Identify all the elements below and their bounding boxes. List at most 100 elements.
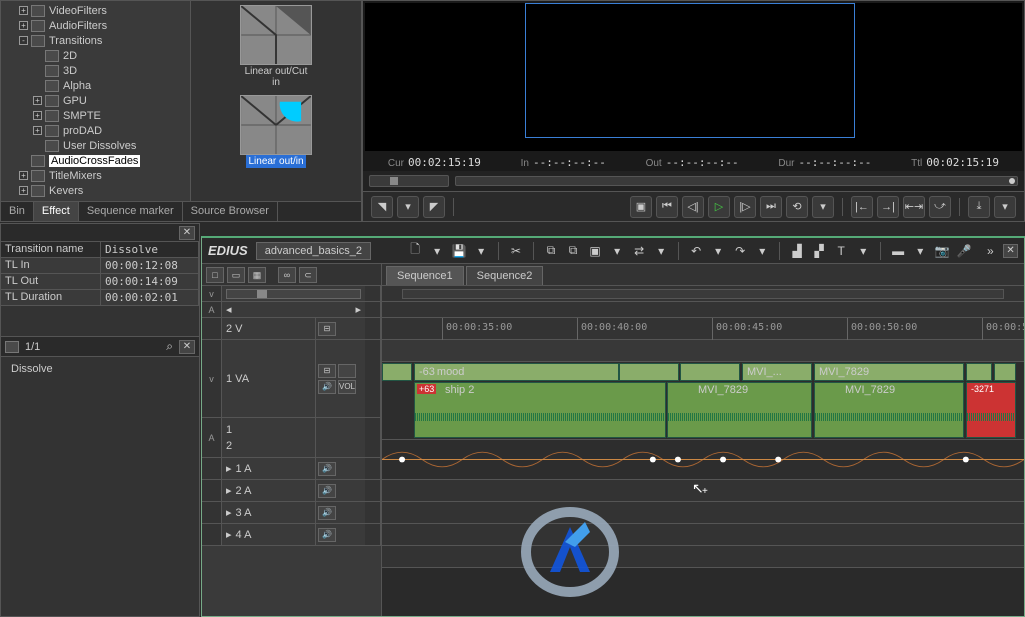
track-patch-a[interactable]: A: [202, 302, 222, 317]
video-clip[interactable]: MVI_...: [742, 363, 812, 381]
play-button[interactable]: ▷: [708, 196, 730, 218]
voiceover-icon[interactable]: 🎤: [955, 242, 973, 260]
undo-dropdown[interactable]: ▾: [709, 242, 727, 260]
out-tc[interactable]: --:--:--:--: [666, 156, 739, 169]
tree-item[interactable]: +VideoFilters: [1, 3, 190, 18]
chevron-right-icon[interactable]: ▸: [226, 506, 232, 519]
track-4a-lane[interactable]: [382, 546, 1024, 568]
track-patch-a12[interactable]: A: [202, 418, 222, 457]
track-a12-lane[interactable]: [382, 440, 1024, 480]
video-clip[interactable]: MVI_7829: [814, 363, 964, 381]
track-2a-lane[interactable]: [382, 502, 1024, 524]
track-2a-header[interactable]: ▸2 A: [222, 480, 315, 501]
project-name[interactable]: advanced_basics_2: [256, 242, 371, 260]
search-icon[interactable]: ⌕: [166, 339, 173, 354]
chevron-right-icon[interactable]: ▸: [226, 462, 232, 475]
next-edit-button[interactable]: →|: [877, 196, 899, 218]
bin-list[interactable]: Dissolve: [1, 357, 199, 616]
audio-clip[interactable]: MVI_7829: [814, 382, 964, 438]
close-info-button[interactable]: ✕: [179, 226, 195, 240]
video-mute-icon[interactable]: ⊟: [318, 364, 336, 378]
audio-clip[interactable]: -3271: [966, 382, 1016, 438]
patch-toggle[interactable]: [365, 286, 381, 301]
track-1va-lane[interactable]: -63moodMVI_...MVI_7829+63ship 2MVI_7829M…: [382, 362, 1024, 440]
set-in-button[interactable]: ◥: [371, 196, 393, 218]
position-slider[interactable]: [455, 176, 1018, 186]
set-out-button[interactable]: ◤: [423, 196, 445, 218]
fast-forward-button[interactable]: ⏭: [760, 196, 782, 218]
track-2v-lane[interactable]: [382, 340, 1024, 362]
tree-item[interactable]: 3D: [1, 63, 190, 78]
expand-toggle[interactable]: +: [33, 111, 42, 120]
track-3a-header[interactable]: ▸3 A: [222, 502, 315, 523]
render-dropdown[interactable]: ▾: [911, 242, 929, 260]
tree-item[interactable]: User Dissolves: [1, 138, 190, 153]
tab-source-browser[interactable]: Source Browser: [183, 202, 278, 221]
timeline-tracks[interactable]: 00:00:35:0000:00:40:0000:00:45:0000:00:5…: [382, 286, 1024, 616]
tree-item[interactable]: +Kevers: [1, 183, 190, 198]
next-frame-button[interactable]: |▷: [734, 196, 756, 218]
title-icon[interactable]: T: [832, 242, 850, 260]
track-1a-header[interactable]: ▸1 A: [222, 458, 315, 479]
video-clip[interactable]: [619, 363, 679, 381]
track-2v-header[interactable]: 2 V: [222, 318, 315, 339]
ttl-tc[interactable]: 00:02:15:19: [926, 156, 999, 169]
patch-toggle[interactable]: [365, 302, 381, 317]
close-timeline-button[interactable]: ✕: [1003, 244, 1018, 258]
rewind-button[interactable]: ⏮: [656, 196, 678, 218]
track-patch-va[interactable]: v: [202, 340, 222, 417]
track-1a-lane[interactable]: [382, 480, 1024, 502]
new-sequence-icon[interactable]: 🗋: [406, 242, 424, 260]
export-dropdown[interactable]: ▾: [994, 196, 1016, 218]
zoom-slider[interactable]: [226, 289, 361, 299]
shuttle-slider[interactable]: [369, 175, 449, 187]
audio-mute-icon[interactable]: 🔊: [318, 528, 336, 542]
replace-icon[interactable]: ⇄: [630, 242, 648, 260]
track-patch-v[interactable]: v: [202, 286, 222, 301]
audio-clip[interactable]: MVI_7829: [667, 382, 812, 438]
ripple-button[interactable]: ∞: [278, 267, 296, 283]
tab-bin[interactable]: Bin: [1, 202, 34, 221]
jump-cut-button[interactable]: ⇤⇥: [903, 196, 925, 218]
thumb-linear-out-in[interactable]: Linear out/in: [240, 95, 312, 168]
sequence-tab-2[interactable]: Sequence2: [466, 266, 544, 285]
tree-item[interactable]: +GPU: [1, 93, 190, 108]
redo-dropdown[interactable]: ▾: [753, 242, 771, 260]
tab-effect[interactable]: Effect: [34, 202, 79, 221]
patch-toggle[interactable]: [365, 418, 381, 457]
tree-item[interactable]: Alpha: [1, 78, 190, 93]
default-transition-icon[interactable]: ▞: [810, 242, 828, 260]
tree-item[interactable]: -Transitions: [1, 33, 190, 48]
bin-item[interactable]: Dissolve: [5, 361, 195, 377]
close-bin-button[interactable]: ✕: [179, 340, 195, 354]
audio-clip[interactable]: +63ship 2: [414, 382, 666, 438]
in-tc[interactable]: --:--:--:--: [533, 156, 606, 169]
stop-button[interactable]: ▣: [630, 196, 652, 218]
render-icon[interactable]: ▬: [889, 242, 907, 260]
sequence-tab-1[interactable]: Sequence1: [386, 266, 464, 285]
capture-icon[interactable]: 📷: [933, 242, 951, 260]
export-button[interactable]: ⤓: [968, 196, 990, 218]
timeline-scrollbar[interactable]: [402, 289, 1004, 299]
chevron-right-icon[interactable]: ▸: [226, 484, 232, 497]
loop-button[interactable]: ⟲: [786, 196, 808, 218]
replace-dropdown[interactable]: ▾: [652, 242, 670, 260]
video-clip[interactable]: [994, 363, 1016, 381]
chevron-right-icon[interactable]: ▸: [355, 303, 361, 316]
audio-mute-icon[interactable]: 🔊: [318, 462, 336, 476]
mode-trim-button[interactable]: ▭: [227, 267, 245, 283]
expand-toggle[interactable]: +: [33, 96, 42, 105]
thumb-linear-out-cut-in[interactable]: Linear out/Cut in: [240, 5, 312, 89]
mode-multicam-button[interactable]: ▦: [248, 267, 266, 283]
paste-insert-icon[interactable]: ▣: [586, 242, 604, 260]
track-a12-header[interactable]: 12: [222, 418, 315, 457]
toggle-a-icon[interactable]: ▟: [788, 242, 806, 260]
video-clip[interactable]: [680, 363, 740, 381]
vol-label[interactable]: VOL: [338, 380, 356, 394]
video-clip[interactable]: [382, 363, 412, 381]
track-4a-header[interactable]: ▸4 A: [222, 524, 315, 545]
redo-icon[interactable]: ↷: [731, 242, 749, 260]
tree-item[interactable]: +SMPTE: [1, 108, 190, 123]
audio-mute-icon[interactable]: 🔊: [318, 380, 336, 394]
video-mute-icon[interactable]: ⊟: [318, 322, 336, 336]
